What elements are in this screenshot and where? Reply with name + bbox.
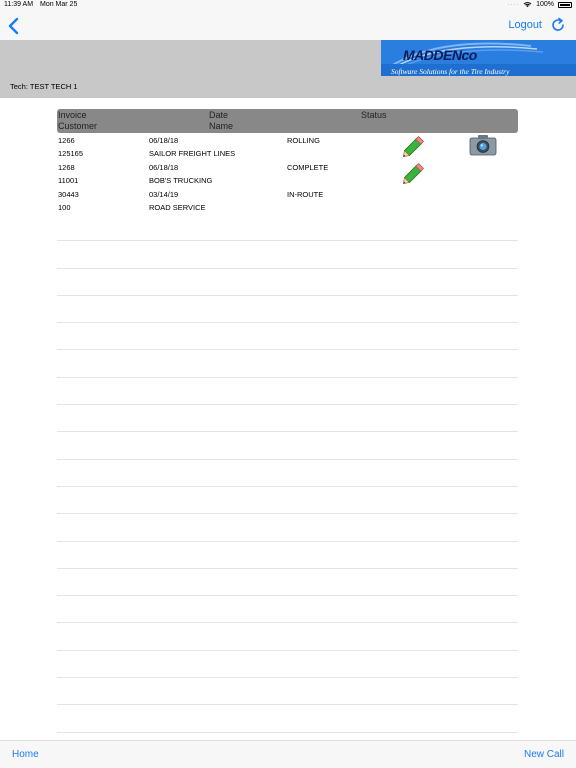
new-call-button[interactable]: New Call — [524, 749, 564, 760]
back-chevron-icon[interactable] — [6, 16, 22, 36]
bottom-toolbar: Home New Call — [0, 740, 576, 768]
tech-label: Tech: TEST TECH 1 — [10, 82, 78, 91]
empty-row — [57, 514, 518, 542]
cell-invoice: 30443 — [58, 190, 79, 199]
maddenco-logo: MADDENco Software Solutions for the Tire… — [381, 40, 576, 76]
empty-row — [57, 405, 518, 433]
multitasking-dots-icon: ···· — [507, 1, 520, 8]
header-band: MADDENco Software Solutions for the Tire… — [0, 40, 576, 98]
table-row[interactable]: 1268 11001 06/18/18 BOB'S TRUCKING COMPL… — [57, 160, 518, 187]
cell-date: 03/14/19 — [149, 190, 179, 199]
empty-row — [57, 460, 518, 487]
cell-status: ROLLING — [287, 136, 320, 145]
battery-icon — [558, 1, 572, 8]
empty-row — [57, 323, 518, 351]
pencil-icon[interactable] — [399, 131, 429, 161]
empty-row — [57, 378, 518, 406]
wifi-icon — [523, 2, 532, 8]
cell-status: IN-ROUTE — [287, 190, 324, 199]
header-customer: Customer — [58, 121, 98, 131]
empty-row — [57, 651, 518, 679]
service-calls-table: Invoice Customer Date Name Status 1266 1… — [57, 109, 518, 760]
cell-name: SAILOR FREIGHT LINES — [149, 149, 236, 158]
cell-name: ROAD SERVICE — [149, 203, 206, 212]
empty-row — [57, 350, 518, 378]
cell-date: 06/18/18 — [149, 163, 179, 172]
cell-name: BOB'S TRUCKING — [149, 176, 213, 185]
empty-row — [57, 296, 518, 324]
home-button[interactable]: Home — [12, 749, 39, 760]
empty-row — [57, 678, 518, 706]
cell-customer: 100 — [58, 203, 71, 212]
status-bar: 11:39 AM Mon Mar 25 ···· 100% — [0, 0, 576, 12]
header-status: Status — [361, 110, 387, 120]
cell-invoice: 1268 — [58, 163, 75, 172]
table-row[interactable]: 30443 100 03/14/19 ROAD SERVICE IN-ROUTE — [57, 187, 518, 214]
empty-row — [57, 623, 518, 651]
logo-subtitle: Software Solutions for the Tire Industry — [391, 67, 510, 76]
logo-text: MADDENco — [403, 47, 477, 63]
navigation-bar: Logout — [0, 12, 576, 40]
header-date: Date — [209, 110, 229, 120]
empty-rows — [57, 214, 518, 760]
cell-status: COMPLETE — [287, 163, 329, 172]
empty-row — [57, 432, 518, 460]
camera-icon[interactable] — [469, 134, 497, 156]
cell-customer: 125165 — [58, 149, 84, 158]
battery-percent: 100% — [536, 1, 554, 8]
empty-row — [57, 596, 518, 624]
logout-button[interactable]: Logout — [508, 19, 542, 31]
empty-row — [57, 569, 518, 597]
status-indicators: ···· 100% — [507, 1, 572, 8]
pencil-icon[interactable] — [399, 158, 429, 188]
status-date: Mon Mar 25 — [40, 1, 78, 8]
empty-row — [57, 487, 518, 515]
table-header: Invoice Customer Date Name Status — [57, 109, 518, 133]
cell-invoice: 1266 — [58, 136, 75, 145]
header-invoice: Invoice — [58, 110, 87, 120]
refresh-icon[interactable] — [550, 17, 566, 33]
empty-row — [57, 269, 518, 296]
status-time: 11:39 AM — [4, 1, 34, 8]
table-row[interactable]: 1266 125165 06/18/18 SAILOR FREIGHT LINE… — [57, 133, 518, 160]
cell-date: 06/18/18 — [149, 136, 179, 145]
empty-row — [57, 241, 518, 269]
header-name: Name — [209, 121, 234, 131]
empty-row — [57, 542, 518, 569]
cell-customer: 11001 — [58, 176, 79, 185]
empty-row — [57, 214, 518, 242]
empty-row — [57, 705, 518, 733]
